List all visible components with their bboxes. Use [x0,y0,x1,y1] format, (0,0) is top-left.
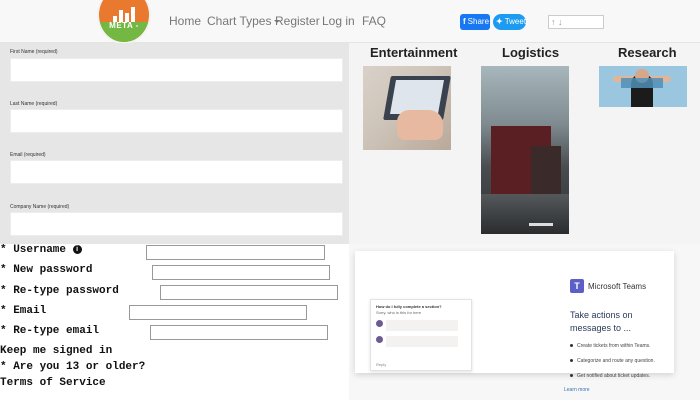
last-name-label: Last Name (required) [10,101,58,107]
research-image[interactable] [599,66,687,107]
thumb-up-icon[interactable]: ↑ [551,17,556,27]
vote-widget[interactable]: ↑ ↓ [548,15,604,29]
username-label: * Username i [0,244,82,256]
age-check-label[interactable]: * Are you 13 or older? [0,361,145,373]
chat-reply[interactable]: Reply [376,362,386,367]
last-name-input[interactable] [10,109,343,133]
info-icon[interactable]: i [72,244,82,254]
email-label-b: * Email [0,305,47,317]
logo-chart-glyph [113,6,139,22]
first-name-label: First Name (required) [10,49,58,55]
keep-signed-in-label[interactable]: Keep me signed in [0,345,112,357]
retype-email-label: * Re-type email [0,325,100,337]
teams-headline: Take actions on messages to ... [570,310,633,333]
nav-home-link[interactable]: Home [169,14,201,28]
category-title-entertainment: Entertainment [370,45,458,60]
signup-form: * Username i * New password * Re-type pa… [0,244,349,400]
teams-logo-icon: T [570,279,584,293]
category-title-logistics: Logistics [502,45,560,60]
chat-subtext: Sorry, who is this for here [376,310,422,315]
avatar [376,320,383,327]
new-password-input[interactable] [152,265,330,280]
teams-bullet: Create tickets from within Teams. [570,343,651,349]
category-panel: Entertainment Logistics Research [349,43,700,244]
facebook-share-button[interactable]: f Share [460,14,490,30]
terms-of-service-link[interactable]: Terms of Service [0,377,106,389]
nav-login-link[interactable]: Log in [322,14,355,28]
email-input[interactable] [10,160,343,184]
teams-bullet: Get notified about ticket updates. [570,373,650,379]
teams-learn-more-link[interactable]: Learn more [564,387,590,393]
new-password-label: * New password [0,264,93,276]
top-navbar: META - Home Chart Types Register Log in … [0,0,700,44]
chat-question: How do I fully complete a section? [376,304,442,309]
first-name-input[interactable] [10,58,343,82]
entertainment-image[interactable] [363,66,451,150]
chat-preview: How do I fully complete a section? Sorry… [370,299,472,371]
avatar [376,336,383,343]
email-label: Email (required) [10,152,46,158]
facebook-icon: f [463,17,466,26]
chat-message [376,336,468,348]
nav-faq-link[interactable]: FAQ [362,14,386,28]
chat-message [376,320,468,332]
thumb-down-icon[interactable]: ↓ [558,17,563,27]
username-input[interactable] [146,245,325,260]
nav-chart-types-dropdown[interactable]: Chart Types [207,14,281,28]
twitter-icon: ✦ [496,17,503,26]
retype-password-label: * Re-type password [0,285,119,297]
logistics-image[interactable] [481,66,569,234]
retype-password-input[interactable] [160,285,338,300]
company-name-input[interactable] [10,212,343,236]
email-input-b[interactable] [129,305,307,320]
category-title-research: Research [618,45,677,60]
company-name-label: Company Name (required) [10,204,70,210]
retype-email-input[interactable] [150,325,328,340]
teams-bullet: Categorize and route any question. [570,358,655,364]
teams-brand-name: Microsoft Teams [588,282,647,291]
twitter-tweet-button[interactable]: ✦ Tweet [493,14,526,30]
logo-text: META - [109,21,139,30]
teams-ad-card: How do I fully complete a section? Sorry… [355,251,674,379]
site-logo[interactable]: META - [97,0,151,44]
nav-register-link[interactable]: Register [275,14,320,28]
teams-ad-panel: How do I fully complete a section? Sorry… [349,244,700,400]
registration-form: First Name (required) Last Name (require… [0,43,349,244]
